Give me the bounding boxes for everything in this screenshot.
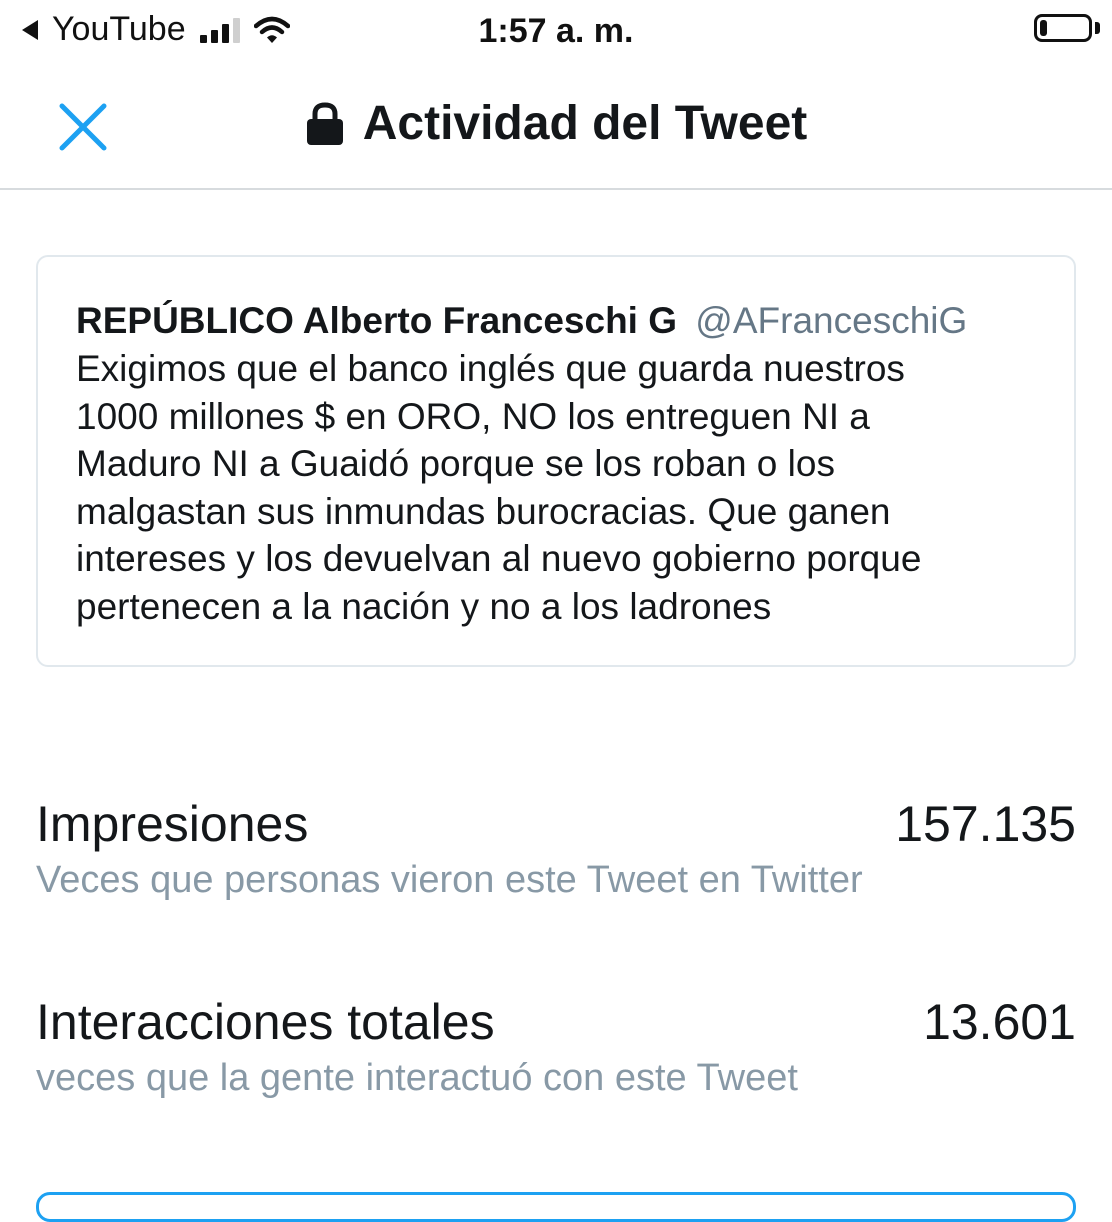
tweet-header: REPÚBLICO Alberto Franceschi G @AFrances…	[76, 297, 1034, 345]
battery-level	[1040, 20, 1047, 36]
author-name: REPÚBLICO Alberto Franceschi G	[76, 300, 678, 341]
metric-engagements: Interacciones totales 13.601 veces que l…	[36, 993, 1076, 1100]
metric-label: Interacciones totales	[36, 994, 495, 1050]
metric-description: Veces que personas vieron este Tweet en …	[36, 859, 863, 901]
navigation-bar: Actividad del Tweet	[0, 64, 1112, 190]
status-time: 1:57 a. m.	[478, 12, 634, 50]
battery-nub	[1095, 22, 1100, 34]
nav-title-group: Actividad del Tweet	[0, 96, 1112, 151]
tweet-card[interactable]: REPÚBLICO Alberto Franceschi G @AFrances…	[36, 255, 1076, 667]
page-title: Actividad del Tweet	[362, 97, 808, 150]
lock-icon	[306, 101, 343, 145]
metric-value: 13.601	[923, 994, 1076, 1050]
bottom-action-button[interactable]	[36, 1192, 1076, 1222]
battery-icon	[1034, 14, 1092, 42]
metric-value: 157.135	[895, 796, 1076, 852]
metric-label: Impresiones	[36, 796, 309, 852]
metric-description: veces que la gente interactuó con este T…	[36, 1057, 798, 1099]
status-bar: YouTube 1:57 a. m.	[0, 0, 1112, 64]
author-handle: @AFranceschiG	[695, 300, 968, 341]
tweet-text: Exigimos que el banco inglés que guarda …	[76, 348, 922, 627]
metric-impressions: Impresiones 157.135 Veces que personas v…	[36, 795, 1076, 902]
